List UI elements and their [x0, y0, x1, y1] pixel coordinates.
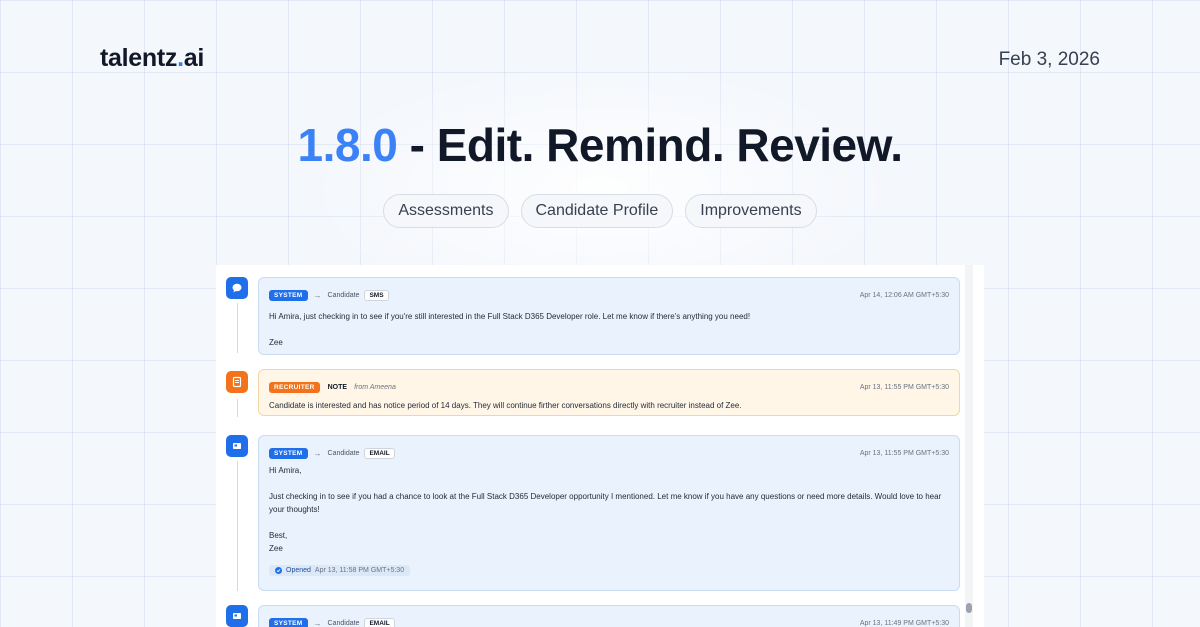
- chat-bubble-icon: [226, 277, 248, 299]
- email-card[interactable]: SYSTEM → Candidate EMAIL Apr 13, 11:49 P…: [258, 605, 960, 627]
- arrow-icon: →: [313, 448, 322, 458]
- release-headline: 1.8.0 - Edit. Remind. Review.: [297, 119, 903, 171]
- channel-badge: EMAIL: [364, 617, 395, 627]
- recipient-label: Candidate: [327, 619, 360, 627]
- timeline-connector: [237, 399, 238, 417]
- release-date: Feb 3, 2026: [998, 49, 1100, 70]
- timeline-connector: [237, 461, 238, 591]
- email-timestamp: Apr 13, 11:55 PM GMT+5:30: [859, 449, 949, 457]
- opened-status-badge: Opened Apr 13, 11:58 PM GMT+5:30: [269, 565, 411, 576]
- email-icon: [226, 435, 248, 457]
- note-label: NOTE: [327, 383, 348, 391]
- tag-list: Assessments Candidate Profile Improvemen…: [0, 194, 1200, 228]
- system-badge: SYSTEM: [269, 617, 308, 627]
- email-timestamp: Apr 13, 11:49 PM GMT+5:30: [859, 619, 949, 627]
- scrollbar-thumb[interactable]: [966, 603, 972, 613]
- note-timestamp: Apr 13, 11:55 PM GMT+5:30: [859, 383, 949, 391]
- email-card[interactable]: SYSTEM → Candidate EMAIL Apr 13, 11:55 P…: [258, 435, 960, 591]
- version-number: 1.8.0: [297, 119, 398, 171]
- timeline-connector: [237, 303, 238, 353]
- recruiter-badge: RECRUITER: [269, 381, 320, 393]
- email-body: Hi Amira, Just checking in to see if you…: [269, 466, 942, 553]
- tag-assessments: Assessments: [383, 194, 509, 228]
- arrow-icon: →: [313, 290, 322, 300]
- tag-candidate-profile: Candidate Profile: [520, 194, 674, 228]
- talentz-logo: talentz.ai: [100, 44, 204, 72]
- release-title: Edit. Remind. Review.: [436, 119, 903, 171]
- message-card[interactable]: SYSTEM → Candidate SMS Apr 14, 12:06 AM …: [258, 277, 960, 355]
- arrow-icon: →: [313, 618, 322, 627]
- email-icon: [226, 605, 248, 627]
- system-badge: SYSTEM: [269, 289, 308, 301]
- channel-badge: EMAIL: [364, 447, 395, 459]
- note-body: Candidate is interested and has notice p…: [269, 401, 742, 410]
- note-card[interactable]: RECRUITER NOTE from Ameena Apr 13, 11:55…: [258, 369, 960, 416]
- recipient-label: Candidate: [327, 291, 360, 299]
- message-timestamp: Apr 14, 12:06 AM GMT+5:30: [859, 291, 949, 299]
- system-badge: SYSTEM: [269, 447, 308, 459]
- message-body: Hi Amira, just checking in to see if you…: [269, 312, 751, 347]
- activity-timeline: SYSTEM → Candidate SMS Apr 14, 12:06 AM …: [216, 265, 984, 627]
- channel-badge: SMS: [364, 289, 389, 301]
- scrollbar[interactable]: [965, 265, 973, 627]
- recipient-label: Candidate: [327, 449, 360, 457]
- tag-improvements: Improvements: [685, 194, 817, 228]
- note-icon: [226, 371, 248, 393]
- check-circle-icon: [275, 567, 282, 574]
- note-author: from Ameena: [354, 383, 396, 391]
